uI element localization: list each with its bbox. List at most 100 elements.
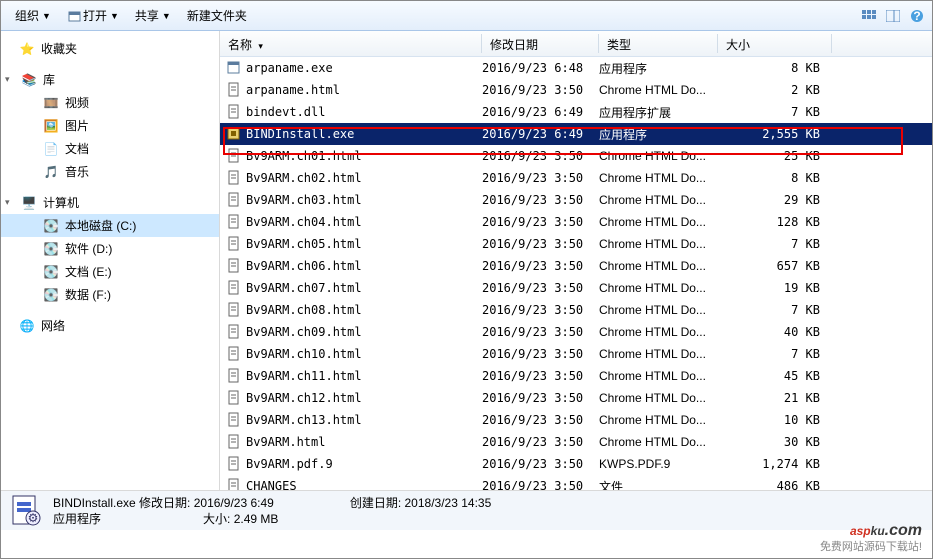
file-type: Chrome HTML Do... [599, 237, 718, 251]
file-list[interactable]: arpaname.exe2016/9/23 6:48应用程序8 KBarpana… [220, 57, 932, 490]
table-row[interactable]: Bv9ARM.ch10.html2016/9/23 3:50Chrome HTM… [220, 343, 932, 365]
file-icon [226, 214, 246, 230]
sidebar-drive-f[interactable]: 💽数据 (F:) [1, 283, 219, 306]
table-row[interactable]: BINDInstall.exe2016/9/23 6:49应用程序2,555 K… [220, 123, 932, 145]
file-size: 2 KB [718, 83, 826, 97]
table-row[interactable]: Bv9ARM.ch05.html2016/9/23 3:50Chrome HTM… [220, 233, 932, 255]
file-name: Bv9ARM.ch01.html [246, 149, 482, 163]
file-size: 10 KB [718, 413, 826, 427]
file-type: Chrome HTML Do... [599, 303, 718, 317]
file-name: BINDInstall.exe [246, 127, 482, 141]
file-date: 2016/9/23 3:50 [482, 83, 599, 97]
sidebar-drive-c[interactable]: 💽本地磁盘 (C:) [1, 214, 219, 237]
pictures-icon: 🖼️ [43, 118, 59, 134]
file-size: 486 KB [718, 479, 826, 490]
col-name[interactable]: 名称 ▾ [220, 31, 482, 56]
table-row[interactable]: bindevt.dll2016/9/23 6:49应用程序扩展7 KB [220, 101, 932, 123]
file-size: 657 KB [718, 259, 826, 273]
table-row[interactable]: Bv9ARM.ch06.html2016/9/23 3:50Chrome HTM… [220, 255, 932, 277]
file-size: 30 KB [718, 435, 826, 449]
file-date: 2016/9/23 3:50 [482, 347, 599, 361]
organize-menu[interactable]: 组织▼ [7, 1, 59, 30]
file-icon [226, 126, 246, 142]
file-size: 7 KB [718, 347, 826, 361]
open-icon [67, 8, 83, 24]
sidebar-network[interactable]: 🌐网络 [1, 314, 219, 337]
sidebar-drive-e[interactable]: 💽文档 (E:) [1, 260, 219, 283]
file-date: 2016/9/23 3:50 [482, 237, 599, 251]
file-icon [226, 60, 246, 76]
new-folder-button[interactable]: 新建文件夹 [179, 1, 255, 30]
file-size: 1,274 KB [718, 457, 826, 471]
file-type: Chrome HTML Do... [599, 171, 718, 185]
sidebar-drive-d[interactable]: 💽软件 (D:) [1, 237, 219, 260]
file-name: Bv9ARM.ch12.html [246, 391, 482, 405]
file-icon [226, 192, 246, 208]
file-name: arpaname.exe [246, 61, 482, 75]
col-type[interactable]: 类型 [599, 31, 718, 56]
file-date: 2016/9/23 6:49 [482, 105, 599, 119]
file-date: 2016/9/23 3:50 [482, 391, 599, 405]
file-date: 2016/9/23 3:50 [482, 369, 599, 383]
help-button[interactable]: ? [906, 5, 928, 27]
drive-icon: 💽 [43, 287, 59, 303]
file-size: 19 KB [718, 281, 826, 295]
selected-file-icon: ⚙ [9, 494, 43, 528]
file-type: Chrome HTML Do... [599, 149, 718, 163]
file-icon [226, 280, 246, 296]
table-row[interactable]: Bv9ARM.ch08.html2016/9/23 3:50Chrome HTM… [220, 299, 932, 321]
col-size[interactable]: 大小 [718, 31, 832, 56]
view-mode-button[interactable] [858, 5, 880, 27]
sidebar-lib-pictures[interactable]: 🖼️图片 [1, 114, 219, 137]
file-date: 2016/9/23 3:50 [482, 171, 599, 185]
table-row[interactable]: arpaname.html2016/9/23 3:50Chrome HTML D… [220, 79, 932, 101]
table-row[interactable]: Bv9ARM.ch11.html2016/9/23 3:50Chrome HTM… [220, 365, 932, 387]
sidebar-lib-music[interactable]: 🎵音乐 [1, 160, 219, 183]
file-size: 7 KB [718, 105, 826, 119]
svg-text:?: ? [913, 9, 920, 23]
file-icon [226, 456, 246, 472]
file-icon [226, 104, 246, 120]
file-size: 128 KB [718, 215, 826, 229]
star-icon: ⭐ [19, 41, 35, 57]
file-name: bindevt.dll [246, 105, 482, 119]
sidebar-favorites[interactable]: ⭐收藏夹 [1, 37, 219, 60]
drive-icon: 💽 [43, 241, 59, 257]
table-row[interactable]: Bv9ARM.html2016/9/23 3:50Chrome HTML Do.… [220, 431, 932, 453]
file-type: 应用程序 [599, 60, 718, 77]
table-row[interactable]: Bv9ARM.ch09.html2016/9/23 3:50Chrome HTM… [220, 321, 932, 343]
network-icon: 🌐 [19, 318, 35, 334]
sidebar-lib-video[interactable]: 🎞️视频 [1, 91, 219, 114]
file-type: KWPS.PDF.9 [599, 457, 718, 471]
file-name: arpaname.html [246, 83, 482, 97]
file-size: 8 KB [718, 61, 826, 75]
file-name: Bv9ARM.ch04.html [246, 215, 482, 229]
open-button[interactable]: 打开▼ [59, 1, 127, 30]
table-row[interactable]: Bv9ARM.ch02.html2016/9/23 3:50Chrome HTM… [220, 167, 932, 189]
col-date[interactable]: 修改日期 [482, 31, 599, 56]
share-menu[interactable]: 共享▼ [127, 1, 179, 30]
file-date: 2016/9/23 3:50 [482, 457, 599, 471]
table-row[interactable]: Bv9ARM.pdf.92016/9/23 3:50KWPS.PDF.91,27… [220, 453, 932, 475]
file-type: Chrome HTML Do... [599, 325, 718, 339]
sidebar-computer[interactable]: ▾🖥️计算机 [1, 191, 219, 214]
file-name: Bv9ARM.ch08.html [246, 303, 482, 317]
file-name: Bv9ARM.ch07.html [246, 281, 482, 295]
table-row[interactable]: Bv9ARM.ch01.html2016/9/23 3:50Chrome HTM… [220, 145, 932, 167]
table-row[interactable]: CHANGES2016/9/23 3:50文件486 KB [220, 475, 932, 490]
table-row[interactable]: arpaname.exe2016/9/23 6:48应用程序8 KB [220, 57, 932, 79]
table-row[interactable]: Bv9ARM.ch03.html2016/9/23 3:50Chrome HTM… [220, 189, 932, 211]
file-icon [226, 258, 246, 274]
file-size: 8 KB [718, 171, 826, 185]
file-date: 2016/9/23 3:50 [482, 281, 599, 295]
sidebar-library[interactable]: ▾📚库 [1, 68, 219, 91]
preview-pane-button[interactable] [882, 5, 904, 27]
table-row[interactable]: Bv9ARM.ch12.html2016/9/23 3:50Chrome HTM… [220, 387, 932, 409]
table-row[interactable]: Bv9ARM.ch13.html2016/9/23 3:50Chrome HTM… [220, 409, 932, 431]
sidebar-lib-docs[interactable]: 📄文档 [1, 137, 219, 160]
table-row[interactable]: Bv9ARM.ch04.html2016/9/23 3:50Chrome HTM… [220, 211, 932, 233]
table-row[interactable]: Bv9ARM.ch07.html2016/9/23 3:50Chrome HTM… [220, 277, 932, 299]
file-size: 45 KB [718, 369, 826, 383]
file-name: Bv9ARM.ch09.html [246, 325, 482, 339]
file-name: Bv9ARM.html [246, 435, 482, 449]
